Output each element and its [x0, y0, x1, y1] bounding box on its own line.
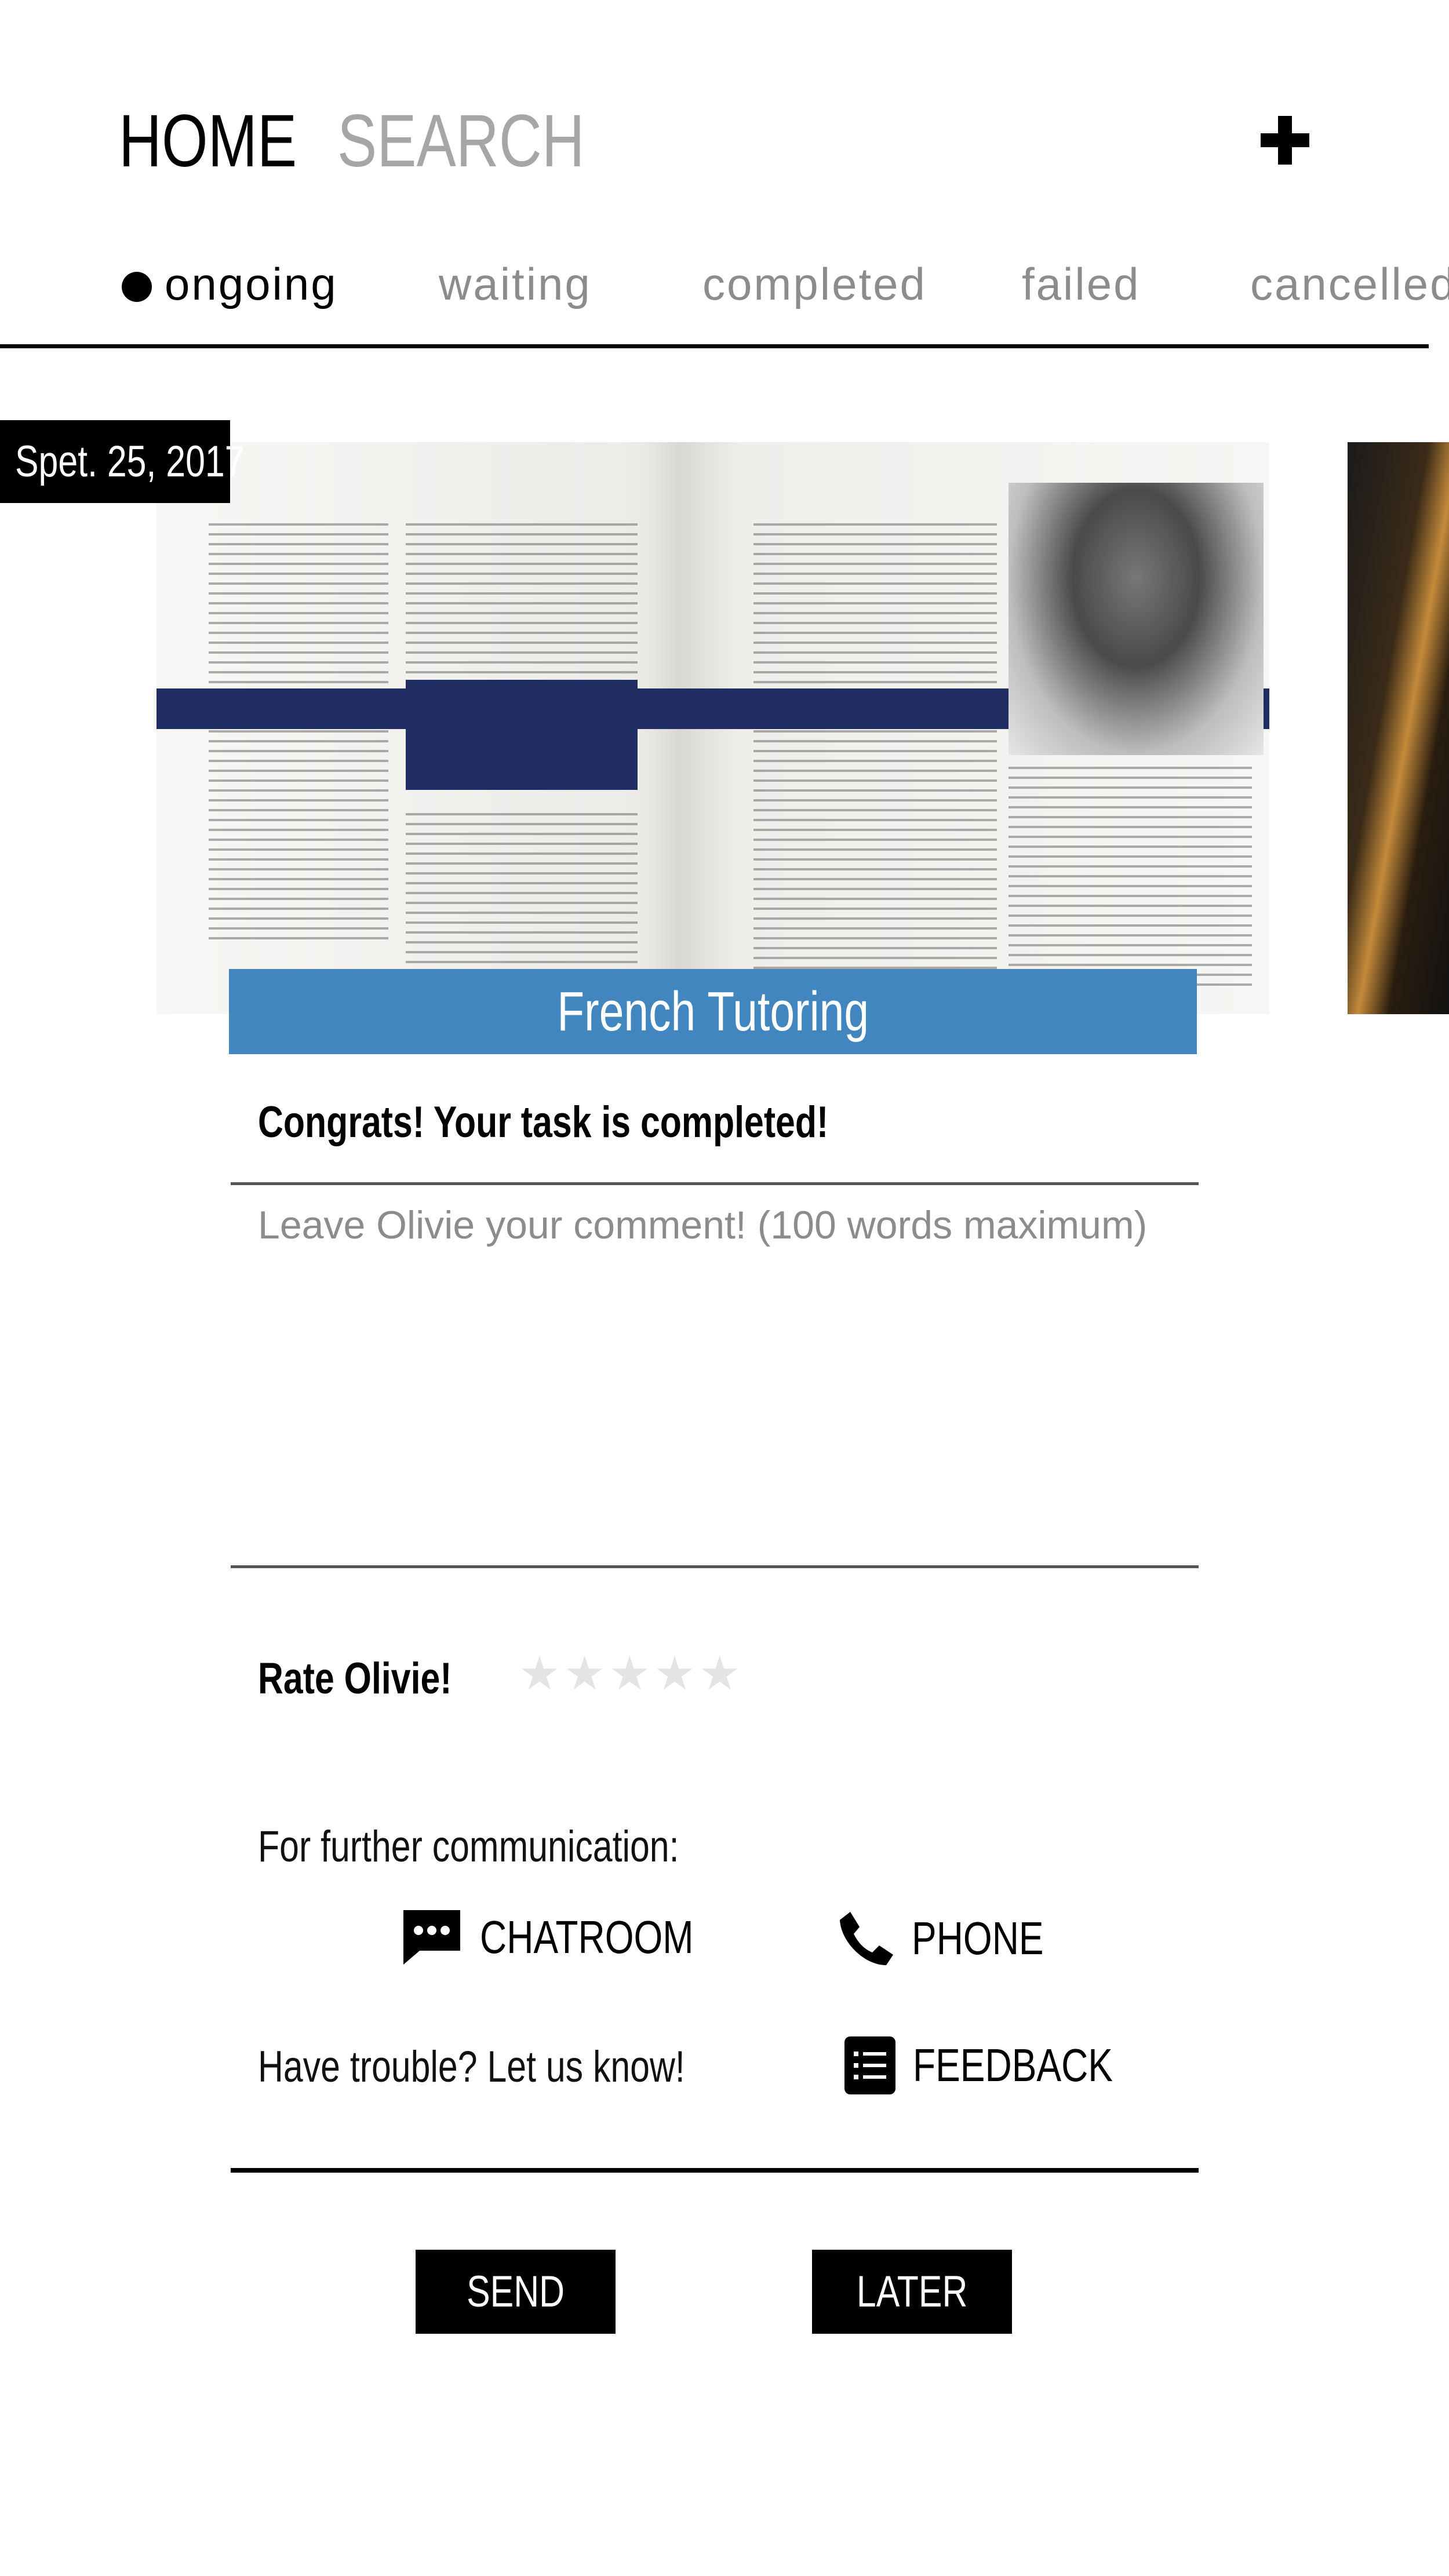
star-icon[interactable]: ★: [519, 1650, 560, 1697]
phone-label: PHONE: [912, 1912, 1044, 1964]
plus-icon[interactable]: [1261, 116, 1309, 165]
star-icon[interactable]: ★: [654, 1650, 696, 1697]
status-tabs: ongoing waiting completed failed cancell…: [0, 258, 1449, 322]
date-badge: Spet. 25, 2017: [0, 420, 245, 503]
nav-search[interactable]: SEARCH: [337, 99, 646, 184]
portrait-image: [1009, 483, 1264, 755]
comment-bottom-rule: [231, 1565, 1199, 1568]
chatroom-button[interactable]: CHATROOM: [400, 1907, 747, 1967]
tab-ongoing[interactable]: ongoing: [122, 258, 338, 311]
trouble-label: Have trouble? Let us know!: [258, 2042, 685, 2092]
tab-completed[interactable]: completed: [702, 258, 927, 311]
feedback-button[interactable]: FEEDBACK: [843, 2035, 1163, 2096]
tabs-divider: [0, 344, 1429, 348]
task-photo[interactable]: [156, 442, 1269, 1014]
text-block: [406, 523, 638, 674]
text-block: [1009, 767, 1252, 987]
send-button[interactable]: SEND: [416, 2250, 616, 2334]
text-block: [209, 523, 388, 946]
chat-bubble-icon: [403, 1910, 460, 1965]
star-icon[interactable]: ★: [699, 1650, 741, 1697]
rate-label: Rate Olivie!: [258, 1654, 452, 1703]
star-icon[interactable]: ★: [564, 1650, 606, 1697]
later-button[interactable]: LATER: [812, 2250, 1012, 2334]
communication-label: For further communication:: [258, 1822, 679, 1871]
tab-waiting[interactable]: waiting: [439, 258, 592, 311]
comment-input[interactable]: [229, 1200, 1197, 1562]
active-dot-icon: [122, 272, 152, 302]
quote-box: [406, 680, 638, 790]
actions-divider: [231, 2168, 1199, 2173]
completion-message: Congrats! Your task is completed!: [258, 1098, 829, 1147]
comment-top-rule: [231, 1182, 1199, 1185]
task-title: French Tutoring: [229, 969, 1197, 1054]
star-icon[interactable]: ★: [609, 1650, 650, 1697]
next-card-photo[interactable]: [1348, 442, 1449, 1014]
text-block: [406, 813, 638, 987]
nav-home[interactable]: HOME: [119, 99, 341, 184]
chatroom-label: CHATROOM: [480, 1911, 694, 1963]
tab-failed[interactable]: failed: [1022, 258, 1140, 311]
tab-cancelled[interactable]: cancelled: [1250, 258, 1449, 311]
phone-icon: [840, 1912, 893, 1965]
list-icon: [844, 2036, 895, 2094]
feedback-label: FEEDBACK: [913, 2039, 1113, 2091]
text-block: [753, 523, 997, 987]
phone-button[interactable]: PHONE: [838, 1910, 1077, 1967]
star-rating[interactable]: ★ ★ ★ ★ ★: [519, 1650, 741, 1697]
